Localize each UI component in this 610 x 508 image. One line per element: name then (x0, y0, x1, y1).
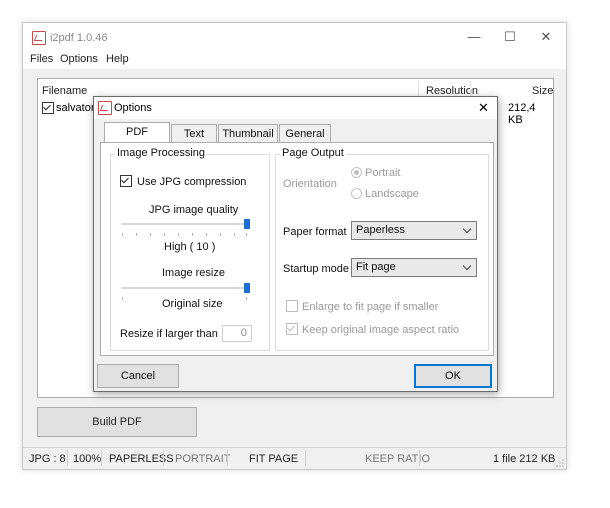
status-format: JPG : 8 (29, 453, 66, 465)
slider-tick (246, 297, 247, 300)
menu-help[interactable]: Help (106, 53, 129, 65)
menu-options[interactable]: Options (60, 53, 98, 65)
chevron-down-icon (462, 261, 472, 271)
enlarge-label: Enlarge to fit page if smaller (302, 301, 439, 313)
quality-value: High ( 10 ) (164, 241, 216, 253)
cancel-button[interactable]: Cancel (97, 364, 179, 388)
resize-slider-track (122, 287, 250, 289)
slider-tick (164, 233, 165, 236)
window-title: i2pdf 1.0.46 (50, 32, 108, 44)
status-bar: JPG : 8 100% PAPERLESS PORTRAIT FIT PAGE… (23, 447, 566, 469)
orientation-label: Orientation (283, 178, 337, 190)
row-size: 212,4 KB (508, 102, 536, 126)
status-startup: FIT PAGE (249, 453, 299, 465)
build-pdf-button[interactable]: Build PDF (37, 407, 197, 437)
portrait-radio[interactable] (351, 167, 362, 178)
status-divider (67, 450, 68, 466)
status-divider (305, 450, 306, 466)
resize-slider-thumb[interactable] (244, 283, 250, 293)
menu-files[interactable]: Files (30, 53, 53, 65)
quality-label: JPG image quality (149, 204, 239, 216)
status-divider (163, 450, 164, 466)
use-jpg-label: Use JPG compression (137, 176, 247, 188)
paper-format-select[interactable]: Paperless (351, 221, 477, 240)
paper-format-value: Paperless (356, 224, 405, 236)
menu-bar: Files Options Help (23, 51, 566, 69)
use-jpg-checkbox[interactable] (120, 175, 132, 187)
tab-general[interactable]: General (279, 124, 331, 143)
slider-tick (178, 233, 179, 236)
title-bar[interactable]: i2pdf 1.0.46 — ☐ ✕ (23, 23, 566, 51)
slider-tick (246, 233, 247, 236)
slider-tick (136, 233, 137, 236)
row-checkbox[interactable] (42, 102, 54, 114)
column-size[interactable]: Size (532, 85, 553, 97)
portrait-label: Portrait (365, 167, 401, 179)
minimize-icon[interactable]: — (459, 27, 489, 47)
tab-strip: PDF Creation Text Thumbnail General (100, 122, 492, 156)
slider-tick (122, 233, 123, 236)
resize-grip-icon[interactable] (556, 459, 564, 467)
status-divider (101, 450, 102, 466)
tab-text[interactable]: Text (171, 124, 217, 143)
tab-pdf-creation[interactable]: PDF Creation (104, 122, 170, 156)
app-pdf-icon (32, 31, 46, 45)
status-orientation: PORTRAIT (175, 453, 231, 465)
slider-tick (150, 233, 151, 236)
column-filename[interactable]: Filename (42, 85, 87, 97)
page-output-title: Page Output (280, 147, 346, 159)
status-divider (227, 450, 228, 466)
resize-value: Original size (162, 298, 223, 310)
chevron-down-icon (462, 224, 472, 234)
maximize-icon[interactable]: ☐ (495, 27, 525, 47)
enlarge-checkbox[interactable] (286, 300, 298, 312)
keep-ratio-label: Keep original image aspect ratio (302, 324, 460, 336)
slider-tick (220, 233, 221, 236)
keep-ratio-checkbox[interactable] (286, 323, 298, 335)
ok-button[interactable]: OK (414, 364, 492, 388)
quality-slider-thumb[interactable] (244, 219, 250, 229)
dialog-pdf-icon (98, 101, 112, 115)
resize-label: Image resize (162, 267, 225, 279)
dialog-title: Options (114, 102, 152, 114)
slider-tick (206, 233, 207, 236)
image-processing-title: Image Processing (115, 147, 208, 159)
startup-mode-select[interactable]: Fit page (351, 258, 477, 277)
close-icon[interactable]: ✕ (531, 27, 561, 47)
status-divider (419, 450, 420, 466)
startup-mode-label: Startup mode (283, 263, 350, 275)
slider-tick (234, 233, 235, 236)
resize-threshold-input[interactable]: 0 (222, 325, 252, 342)
landscape-label: Landscape (365, 188, 419, 200)
tab-thumbnail[interactable]: Thumbnail (218, 124, 278, 143)
landscape-radio[interactable] (351, 188, 362, 199)
tab-panel: Image Processing Use JPG compression JPG… (100, 142, 494, 356)
dialog-close-icon[interactable]: ✕ (478, 100, 489, 116)
quality-slider[interactable] (122, 219, 250, 239)
resize-if-larger-label: Resize if larger than (120, 328, 218, 340)
status-ratio: KEEP RATIO (365, 453, 431, 465)
quality-slider-track (122, 223, 250, 225)
startup-mode-value: Fit page (356, 261, 396, 273)
slider-tick (192, 233, 193, 236)
slider-tick (122, 297, 123, 300)
status-zoom: 100% (73, 453, 102, 465)
dialog-title-bar[interactable]: Options ✕ (94, 97, 497, 119)
options-dialog: Options ✕ PDF Creation Text Thumbnail Ge… (93, 96, 498, 392)
status-summary: 1 file 212 KB (493, 453, 556, 465)
paper-format-label: Paper format (283, 226, 347, 238)
